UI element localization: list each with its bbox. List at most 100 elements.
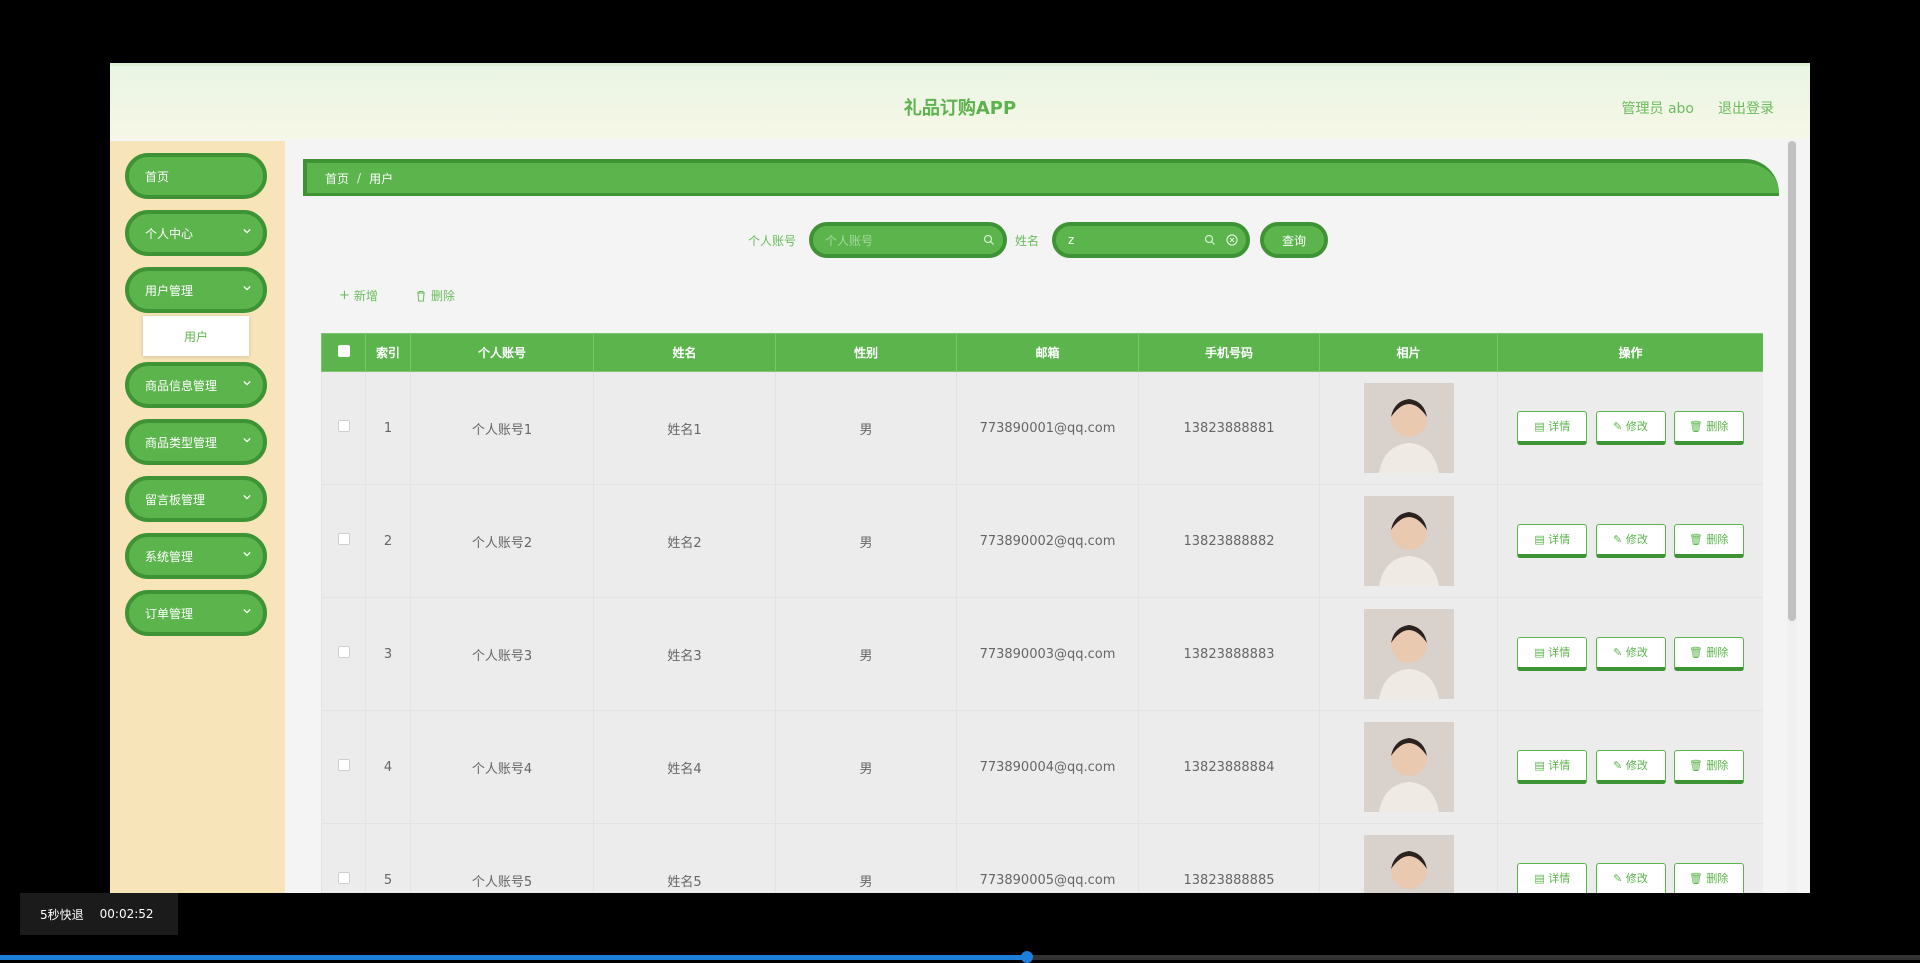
select-all-cell[interactable]	[321, 333, 366, 372]
scrollbar-thumb[interactable]	[1788, 141, 1796, 621]
query-button[interactable]: 查询	[1260, 222, 1328, 258]
search-bar: 个人账号 个人账号 姓名 z 查询	[285, 222, 1797, 258]
sidebar-item-user-management[interactable]: 用户管理	[125, 267, 267, 313]
phone-cell: 13823888884	[1138, 710, 1320, 824]
delete-button[interactable]: 🗑 删除	[1673, 524, 1744, 558]
avatar[interactable]	[1363, 496, 1454, 586]
name-cell: 姓名1	[593, 371, 776, 485]
search-icon	[983, 234, 994, 245]
row-select-cell[interactable]	[321, 597, 366, 711]
row-select-cell[interactable]	[321, 371, 366, 485]
rewind-badge[interactable]: 5秒快退 00:02:52	[20, 893, 178, 935]
actions-cell: ▤ 详情 ✎ 修改 🗑 删除	[1497, 710, 1763, 824]
column-header: 操作	[1497, 333, 1763, 372]
gender-cell: 男	[775, 823, 957, 897]
edit-button[interactable]: ✎ 修改	[1595, 863, 1666, 897]
video-stage: 礼品订购APP 管理员 abo 退出登录 首页 个人中心 用户管理 用户 商品信…	[0, 0, 1920, 963]
scrollbar[interactable]	[1787, 141, 1797, 897]
edit-button[interactable]: ✎ 修改	[1595, 524, 1666, 558]
column-header: 姓名	[593, 333, 776, 372]
table-row: 1 个人账号1 姓名1 男 773890001@qq.com 138238888…	[321, 371, 1763, 485]
chevron-down-icon	[243, 380, 251, 386]
name-cell: 姓名2	[593, 484, 776, 598]
users-table: 索引 个人账号 姓名 性别 邮箱 手机号码 相片 操作 1 个人账号1 姓名1 …	[321, 333, 1763, 897]
column-header: 邮箱	[956, 333, 1139, 372]
sidebar-item-profile[interactable]: 个人中心	[125, 210, 267, 256]
breadcrumb-home[interactable]: 首页	[325, 170, 349, 187]
top-header: 礼品订购APP 管理员 abo 退出登录	[110, 63, 1810, 139]
detail-button[interactable]: ▤ 详情	[1517, 524, 1588, 558]
account-placeholder: 个人账号	[825, 233, 874, 248]
detail-button[interactable]: ▤ 详情	[1517, 411, 1588, 445]
sidebar-subitem-users[interactable]: 用户	[143, 316, 249, 356]
add-button[interactable]: + 新增	[339, 287, 378, 304]
row-select-cell[interactable]	[321, 484, 366, 598]
sidebar-item-label: 首页	[145, 169, 170, 184]
row-checkbox[interactable]	[337, 533, 350, 545]
sidebar-item-system[interactable]: 系统管理	[125, 533, 267, 579]
sidebar-item-label: 订单管理	[145, 606, 194, 621]
row-checkbox[interactable]	[337, 420, 350, 432]
add-label: 新增	[353, 289, 378, 303]
gender-cell: 男	[775, 371, 957, 485]
sidebar-item-label: 系统管理	[145, 549, 194, 564]
plus-icon: +	[339, 288, 350, 303]
phone-cell: 13823888881	[1138, 371, 1320, 485]
sidebar-item-product-info[interactable]: 商品信息管理	[125, 362, 267, 408]
row-checkbox[interactable]	[337, 646, 350, 658]
account-search-input[interactable]: 个人账号	[809, 222, 1007, 258]
video-progress-knob[interactable]	[1021, 951, 1034, 963]
avatar[interactable]	[1363, 609, 1454, 699]
detail-label: 详情	[1548, 420, 1571, 433]
clear-icon[interactable]	[1226, 234, 1238, 246]
table-body: 1 个人账号1 姓名1 男 773890001@qq.com 138238888…	[321, 371, 1763, 897]
sidebar-item-orders[interactable]: 订单管理	[125, 590, 267, 636]
edit-button[interactable]: ✎ 修改	[1595, 750, 1666, 784]
delete-label: 删除	[431, 289, 456, 303]
delete-button[interactable]: 🗑 删除	[1673, 750, 1744, 784]
name-search-input[interactable]: z	[1052, 222, 1250, 258]
row-select-cell[interactable]	[321, 823, 366, 897]
delete-button[interactable]: 🗑 删除	[1673, 637, 1744, 671]
phone-cell: 13823888882	[1138, 484, 1320, 598]
edit-button[interactable]: ✎ 修改	[1595, 637, 1666, 671]
row-select-cell[interactable]	[321, 710, 366, 824]
phone-cell: 13823888885	[1138, 823, 1320, 897]
chevron-down-icon	[243, 494, 251, 500]
avatar[interactable]	[1363, 835, 1454, 897]
index-cell: 3	[365, 597, 411, 711]
row-checkbox[interactable]	[337, 759, 350, 771]
detail-button[interactable]: ▤ 详情	[1517, 863, 1588, 897]
delete-label: 删除	[1706, 759, 1729, 772]
photo-cell	[1319, 710, 1498, 824]
delete-button[interactable]: 🗑 删除	[1673, 863, 1744, 897]
detail-button[interactable]: ▤ 详情	[1517, 750, 1588, 784]
video-progress-fill	[0, 955, 1028, 960]
delete-button[interactable]: 🗑 删除	[1673, 411, 1744, 445]
sidebar-item-message-board[interactable]: 留言板管理	[125, 476, 267, 522]
app-title: 礼品订购APP	[903, 98, 1017, 119]
edit-button[interactable]: ✎ 修改	[1595, 411, 1666, 445]
sidebar-item-home[interactable]: 首页	[125, 153, 267, 199]
delete-label: 删除	[1706, 872, 1729, 885]
avatar[interactable]	[1363, 722, 1454, 812]
app-window: 礼品订购APP 管理员 abo 退出登录 首页 个人中心 用户管理 用户 商品信…	[110, 63, 1810, 897]
table-header-row: 索引 个人账号 姓名 性别 邮箱 手机号码 相片 操作	[321, 333, 1763, 372]
detail-label: 详情	[1548, 533, 1571, 546]
gender-cell: 男	[775, 710, 957, 824]
select-all-checkbox[interactable]	[337, 345, 350, 357]
row-checkbox[interactable]	[337, 872, 350, 884]
account-cell: 个人账号5	[410, 823, 594, 897]
batch-delete-button[interactable]: 删除	[415, 287, 455, 304]
logout-link[interactable]: 退出登录	[1718, 98, 1774, 118]
chevron-down-icon	[243, 437, 251, 443]
gender-cell: 男	[775, 484, 957, 598]
sidebar-item-product-type[interactable]: 商品类型管理	[125, 419, 267, 465]
detail-button[interactable]: ▤ 详情	[1517, 637, 1588, 671]
detail-label: 详情	[1548, 646, 1571, 659]
index-cell: 5	[365, 823, 411, 897]
avatar[interactable]	[1363, 383, 1454, 473]
column-header: 个人账号	[410, 333, 594, 372]
sidebar-item-label: 用户管理	[145, 283, 194, 298]
column-header: 性别	[775, 333, 957, 372]
